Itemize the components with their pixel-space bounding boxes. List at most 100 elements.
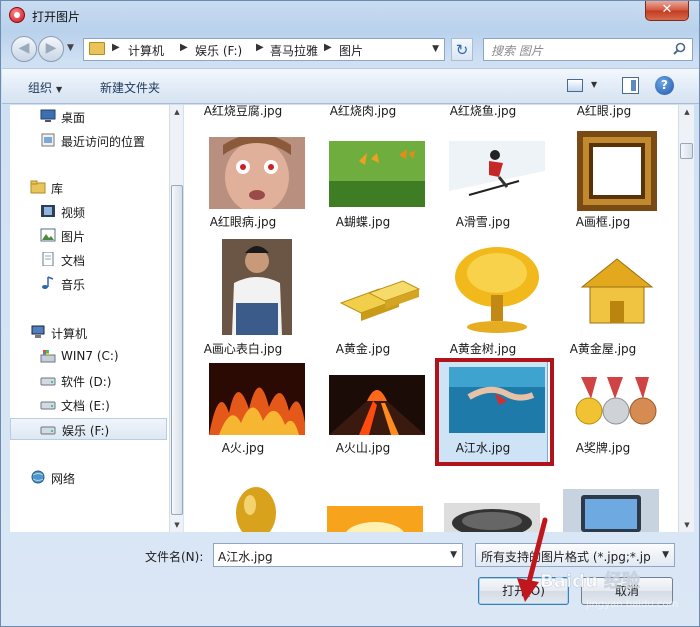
drive-icon	[40, 401, 56, 410]
scroll-up-arrow[interactable]: ▲	[679, 105, 695, 119]
scroll-thumb[interactable]	[171, 185, 183, 515]
file-label[interactable]: A红烧鱼.jpg	[424, 105, 542, 119]
file-label: A蝴蝶.jpg	[335, 215, 391, 229]
butterfly-thumbnail	[329, 141, 425, 207]
phone-thumbnail[interactable]	[563, 489, 659, 532]
breadcrumb-computer[interactable]: 计算机	[128, 42, 164, 59]
file-item[interactable]: A黄金.jpg	[318, 239, 436, 363]
fire-thumbnail	[209, 363, 305, 435]
file-label: A奖牌.jpg	[575, 441, 631, 455]
search-placeholder: 搜索 图片	[491, 44, 543, 58]
address-dropdown-arrow[interactable]: ▼	[432, 44, 439, 54]
file-label[interactable]: A红烧豆腐.jpg	[184, 105, 302, 119]
file-item[interactable]: A火.jpg	[198, 359, 316, 483]
file-label[interactable]: A红眼.jpg	[545, 105, 663, 119]
sidebar-item-label: WIN7 (C:)	[61, 349, 119, 363]
breadcrumb-separator[interactable]: ▶	[324, 42, 332, 53]
forward-button[interactable]: ▶	[38, 36, 64, 62]
chevron-down-icon: ▼	[56, 85, 63, 94]
file-list-scrollbar[interactable]: ▲ ▼	[678, 105, 694, 532]
window-title: 打开图片	[32, 10, 81, 24]
skier-thumbnail	[449, 141, 545, 207]
sidebar-item-label: 娱乐 (F:)	[62, 424, 110, 438]
file-item[interactable]: A黄金屋.jpg	[558, 239, 676, 363]
navigation-pane-scrollbar[interactable]: ▲ ▼	[169, 105, 183, 532]
organize-button[interactable]: 组织 ▼	[28, 79, 62, 96]
app-icon	[9, 7, 25, 23]
navigation-pane: 桌面 最近访问的位置 库 视频 图片 文档 音乐 计算机 WIN7 (C:) 软…	[10, 105, 181, 532]
sidebar-item-label: 音乐	[61, 278, 86, 292]
egg-thumbnail[interactable]	[214, 467, 298, 532]
file-label: A滑雪.jpg	[455, 215, 511, 229]
file-item[interactable]: A黄金树.jpg	[438, 239, 556, 363]
chevron-down-icon[interactable]: ▼	[450, 550, 457, 560]
baidu-watermark-logo: Baidu 经验 jingyan.baidu.com	[540, 570, 679, 610]
file-label: A画心表白.jpg	[203, 342, 283, 356]
breadcrumb-drive-f[interactable]: 娱乐 (F:)	[195, 42, 242, 59]
scroll-down-arrow[interactable]: ▼	[170, 518, 184, 532]
breadcrumb-pictures[interactable]: 图片	[339, 42, 363, 59]
breadcrumb-himalaya[interactable]: 喜马拉雅	[270, 42, 318, 59]
file-label: A画框.jpg	[575, 215, 631, 229]
title-bar: 打开图片 ✕	[1, 1, 699, 31]
sidebar-item-label: 最近访问的位置	[61, 135, 146, 149]
view-mode-icon[interactable]	[567, 79, 583, 92]
recent-pages-dropdown[interactable]: ▼	[67, 43, 74, 53]
network-icon	[31, 470, 45, 484]
music-icon	[42, 276, 54, 289]
sidebar-item-label: 网络	[51, 472, 76, 486]
view-dropdown-arrow[interactable]: ▼	[591, 80, 597, 89]
drive-icon	[40, 426, 56, 435]
scroll-down-arrow[interactable]: ▼	[679, 518, 695, 532]
file-list: A红烧豆腐.jpg A红烧肉.jpg A红烧鱼.jpg A红眼.jpg A红眼病…	[184, 105, 678, 532]
scroll-thumb[interactable]	[680, 143, 693, 159]
file-item[interactable]: A滑雪.jpg	[438, 127, 556, 251]
file-item[interactable]: A奖牌.jpg	[558, 359, 676, 483]
svg-text:Baidu 经验: Baidu 经验	[540, 570, 641, 592]
scroll-up-arrow[interactable]: ▲	[170, 105, 184, 119]
pictures-icon	[40, 228, 56, 242]
search-icon[interactable]	[673, 42, 686, 55]
annotation-highlight-frame	[435, 358, 554, 466]
breadcrumb-separator[interactable]: ▶	[180, 42, 188, 53]
gold-house-thumbnail	[574, 247, 660, 333]
sidebar-item-drive-f[interactable]: 娱乐 (F:)	[10, 418, 167, 440]
chevron-down-icon[interactable]: ▼	[662, 550, 669, 560]
medals-thumbnail	[569, 375, 665, 435]
breadcrumb-separator[interactable]: ▶	[112, 42, 120, 53]
file-item[interactable]: A蝴蝶.jpg	[318, 127, 436, 251]
folder-icon	[89, 42, 105, 55]
navigation-bar: ◀ ▶ ▼ ▶ 计算机 ▶ 娱乐 (F:) ▶ 喜马拉雅 ▶ 图片 ▼ ↻ 搜索…	[9, 35, 693, 63]
face-thumbnail	[209, 137, 305, 209]
person-thumbnail	[222, 239, 292, 335]
refresh-button[interactable]: ↻	[451, 38, 473, 61]
breadcrumb-separator[interactable]: ▶	[256, 42, 264, 53]
drive-icon	[40, 377, 56, 386]
search-box[interactable]: 搜索 图片	[483, 38, 693, 61]
file-label: A红眼病.jpg	[209, 215, 277, 229]
volcano-thumbnail	[329, 375, 425, 435]
new-folder-button[interactable]: 新建文件夹	[100, 79, 160, 96]
filename-input[interactable]: A江水.jpg ▼	[213, 543, 463, 567]
frame-thumbnail	[577, 131, 657, 211]
file-item[interactable]: A画心表白.jpg	[198, 239, 316, 363]
recent-places-icon	[41, 133, 55, 147]
sidebar-item-label: 文档	[61, 254, 86, 268]
sidebar-item-label: 计算机	[51, 327, 88, 341]
address-bar[interactable]: ▶ 计算机 ▶ 娱乐 (F:) ▶ 喜马拉雅 ▶ 图片 ▼	[83, 38, 445, 61]
organize-label: 组织	[28, 81, 53, 95]
sunburst-thumbnail[interactable]	[327, 506, 423, 532]
back-button[interactable]: ◀	[11, 36, 37, 62]
close-button[interactable]: ✕	[645, 1, 689, 21]
sidebar-item-label: 视频	[61, 206, 86, 220]
file-label: A黄金.jpg	[335, 342, 391, 356]
system-drive-icon	[40, 350, 56, 363]
help-icon[interactable]: ?	[655, 76, 674, 95]
sidebar-item-label: 图片	[61, 230, 86, 244]
gold-tree-thumbnail	[451, 243, 543, 335]
file-item[interactable]: A红眼病.jpg	[198, 127, 316, 251]
preview-pane-icon[interactable]	[622, 77, 639, 94]
file-label[interactable]: A红烧肉.jpg	[304, 105, 422, 119]
file-item[interactable]: A火山.jpg	[318, 359, 436, 483]
file-item[interactable]: A画框.jpg	[558, 127, 676, 251]
